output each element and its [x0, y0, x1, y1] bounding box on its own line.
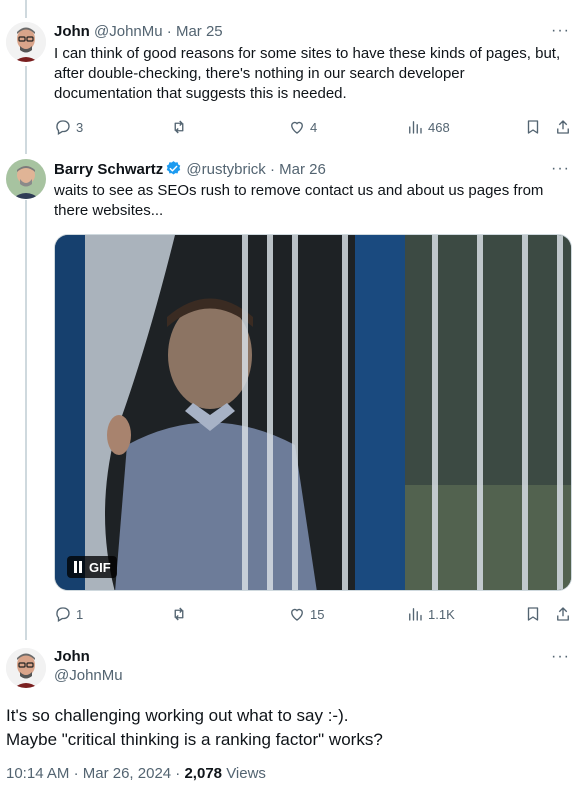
retweet-button[interactable]: [170, 117, 188, 137]
views-button[interactable]: 1.1K: [406, 604, 455, 624]
like-button[interactable]: 4: [288, 117, 317, 137]
tweet-date[interactable]: Mar 25: [176, 23, 223, 40]
author-name[interactable]: John: [54, 23, 90, 40]
heart-icon: [291, 608, 303, 621]
retweet-icon: [174, 607, 184, 621]
share-icon: [557, 607, 569, 621]
views-total: 2,078: [184, 765, 223, 782]
bookmark-button[interactable]: [524, 604, 542, 624]
bookmark-button[interactable]: [524, 117, 542, 137]
views-label: Views: [226, 765, 266, 782]
gif-frame-image: [55, 235, 571, 590]
verified-badge-icon: [166, 161, 181, 175]
main-author-name[interactable]: John: [54, 648, 90, 665]
avatar[interactable]: [6, 22, 46, 62]
tweet-text: I can think of good reasons for some sit…: [54, 45, 561, 102]
separator: ·: [166, 23, 172, 40]
more-options-button[interactable]: ···: [551, 22, 570, 40]
main-tweet-line-1: It's so challenging working out what to …: [6, 706, 349, 725]
share-icon: [557, 120, 569, 134]
reply-button[interactable]: 3: [54, 117, 83, 137]
gif-media[interactable]: GIF: [54, 234, 572, 591]
separator: ·: [269, 161, 275, 178]
retweet-icon: [174, 120, 184, 134]
reply-button[interactable]: 1: [54, 604, 83, 624]
author-name[interactable]: Barry Schwartz: [54, 161, 163, 178]
post-date[interactable]: Mar 26, 2024: [83, 765, 171, 782]
share-button[interactable]: [554, 117, 572, 137]
reply-count: 1: [76, 606, 84, 622]
bookmark-icon: [527, 120, 539, 134]
author-handle[interactable]: @JohnMu: [94, 23, 163, 40]
pause-icon: [74, 561, 82, 573]
gif-badge[interactable]: GIF: [67, 556, 117, 578]
like-count: 15: [310, 606, 325, 622]
like-button[interactable]: 15: [288, 604, 324, 624]
reply-icon: [56, 607, 70, 622]
avatar[interactable]: [6, 159, 46, 199]
share-button[interactable]: [554, 604, 572, 624]
reply-icon: [56, 120, 70, 135]
separator: ·: [175, 765, 181, 782]
tweet-header: Barry Schwartz @rustybrick · Mar 26: [54, 160, 326, 180]
analytics-icon: [409, 608, 422, 621]
more-options-button[interactable]: ···: [551, 648, 570, 666]
retweet-button[interactable]: [170, 604, 188, 624]
tweet-header: John @JohnMu · Mar 25: [54, 22, 223, 42]
tweet-text: waits to see as SEOs rush to remove cont…: [54, 182, 544, 219]
views-count: 468: [428, 119, 450, 135]
main-tweet-line-2: Maybe "critical thinking is a ranking fa…: [6, 730, 383, 749]
main-author-handle[interactable]: @JohnMu: [54, 667, 123, 684]
like-count: 4: [310, 119, 318, 135]
tweet-meta: 10:14 AM · Mar 26, 2024 · 2,078 Views: [6, 765, 266, 782]
tweet-actions: 3 4 468: [54, 117, 574, 137]
tweet-date[interactable]: Mar 26: [279, 161, 326, 178]
views-count: 1.1K: [428, 606, 455, 622]
author-handle[interactable]: @rustybrick: [186, 161, 265, 178]
separator: ·: [73, 765, 79, 782]
main-avatar[interactable]: [6, 648, 46, 688]
heart-icon: [291, 121, 303, 134]
reply-count: 3: [76, 119, 84, 135]
tweet-john-1[interactable]: John @JohnMu · Mar 25 ··· I can think of…: [0, 0, 586, 150]
post-time[interactable]: 10:14 AM: [6, 765, 69, 782]
more-options-button[interactable]: ···: [551, 160, 570, 178]
analytics-icon: [409, 121, 422, 134]
views-button[interactable]: 468: [406, 117, 450, 137]
gif-label: GIF: [89, 559, 111, 575]
bookmark-icon: [527, 607, 539, 621]
tweet-actions: 1 15 1.1K: [54, 604, 574, 624]
main-tweet-text: It's so challenging working out what to …: [6, 704, 566, 752]
